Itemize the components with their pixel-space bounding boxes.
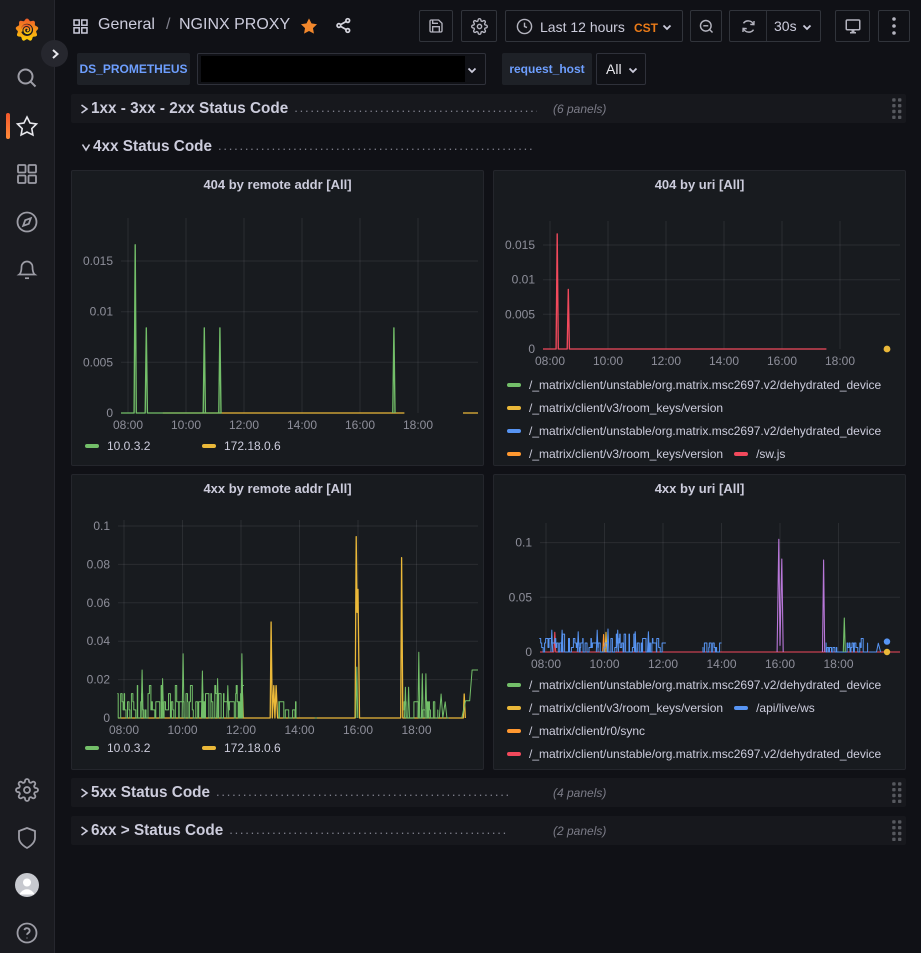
svg-text:10:00: 10:00: [589, 657, 619, 671]
svg-text:16:00: 16:00: [767, 354, 797, 368]
svg-text:12:00: 12:00: [648, 657, 678, 671]
svg-text:0.1: 0.1: [515, 536, 532, 550]
svg-text:0.01: 0.01: [512, 273, 536, 287]
svg-text:10:00: 10:00: [171, 418, 201, 432]
svg-text:12:00: 12:00: [651, 354, 681, 368]
svg-text:08:00: 08:00: [109, 723, 139, 737]
svg-text:16:00: 16:00: [343, 723, 373, 737]
svg-text:0.02: 0.02: [87, 673, 111, 687]
svg-text:14:00: 14:00: [284, 723, 314, 737]
svg-text:0.01: 0.01: [90, 305, 114, 319]
svg-text:0.05: 0.05: [509, 590, 533, 604]
svg-text:18:00: 18:00: [825, 354, 855, 368]
svg-text:16:00: 16:00: [765, 657, 795, 671]
svg-text:0.06: 0.06: [87, 596, 111, 610]
svg-text:0.08: 0.08: [87, 557, 111, 571]
svg-text:0.04: 0.04: [87, 634, 111, 648]
svg-text:10:00: 10:00: [593, 354, 623, 368]
svg-text:0.005: 0.005: [505, 307, 535, 321]
svg-text:18:00: 18:00: [823, 657, 853, 671]
svg-text:08:00: 08:00: [113, 418, 143, 432]
svg-text:08:00: 08:00: [531, 657, 561, 671]
svg-text:16:00: 16:00: [345, 418, 375, 432]
svg-text:14:00: 14:00: [706, 657, 736, 671]
svg-text:0.1: 0.1: [93, 519, 110, 533]
svg-text:12:00: 12:00: [226, 723, 256, 737]
svg-text:10:00: 10:00: [167, 723, 197, 737]
svg-text:08:00: 08:00: [535, 354, 565, 368]
svg-text:12:00: 12:00: [229, 418, 259, 432]
svg-text:14:00: 14:00: [709, 354, 739, 368]
svg-text:18:00: 18:00: [403, 418, 433, 432]
svg-text:0.005: 0.005: [83, 355, 113, 369]
svg-text:0.015: 0.015: [505, 238, 535, 252]
svg-text:0.015: 0.015: [83, 254, 113, 268]
svg-text:18:00: 18:00: [401, 723, 431, 737]
svg-text:14:00: 14:00: [287, 418, 317, 432]
